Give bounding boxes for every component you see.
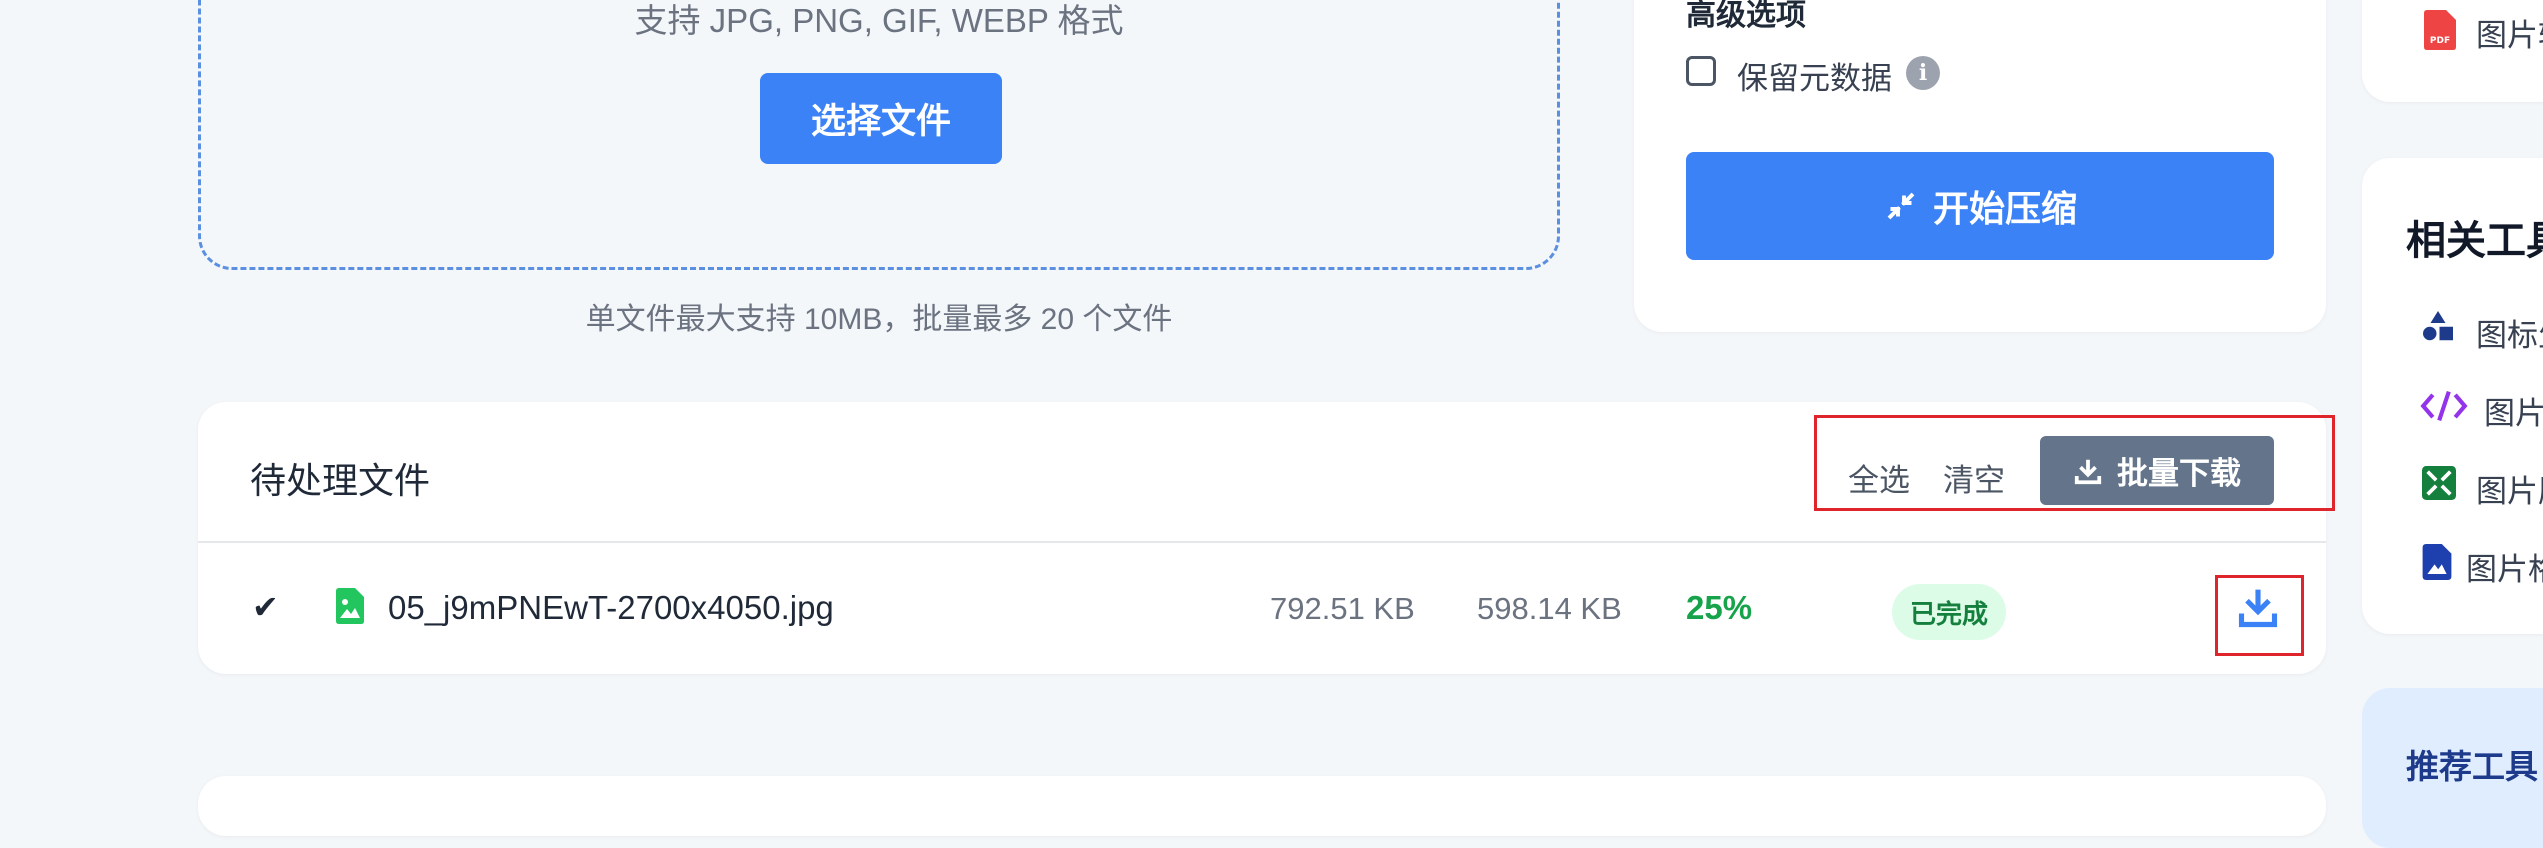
related-tool-4[interactable]: 图片格 [2466,544,2543,589]
compress-arrows-icon [1887,192,1915,220]
related-tool-3[interactable]: 图片压 [2476,466,2543,511]
svg-text:PDF: PDF [2430,36,2450,46]
upload-limit-text: 单文件最大支持 10MB，批量最多 20 个文件 [585,303,1173,336]
keep-metadata-checkbox[interactable] [1686,56,1716,86]
image-file-icon [336,588,364,624]
code-icon [2420,390,2468,422]
related-tool-2[interactable]: 图片 [2484,388,2543,433]
start-compress-label: 开始压缩 [1932,188,2077,229]
choose-file-button[interactable]: 选择文件 [760,73,1002,164]
pdf-file-icon: PDF [2424,10,2456,50]
keep-metadata-label[interactable]: 保留元数据 [1737,53,1892,98]
status-badge: 已完成 [1892,584,2006,640]
compress-arrows-icon [2422,466,2456,500]
info-icon[interactable]: i [1906,56,1940,90]
original-size: 792.51 KB [1270,591,1415,626]
image-file-icon [2422,544,2452,580]
recommended-tools-title: 推荐工具 [2406,748,2538,785]
highlight-box-actions [1814,415,2335,511]
row-check-mark[interactable]: ✔ [252,588,279,626]
advanced-options-title: 高级选项 [1686,0,1806,32]
compression-ratio: 25% [1686,589,1753,626]
list-divider [198,541,2326,543]
related-tools-title: 相关工具 [2406,219,2543,263]
file-list-title: 待处理文件 [250,460,431,501]
supported-formats-text: 支持 JPG, PNG, GIF, WEBP 格式 [634,2,1124,39]
start-compress-button[interactable]: 开始压缩 [1686,152,2274,260]
compressed-size: 598.14 KB [1477,591,1622,626]
shapes-icon [2423,311,2453,341]
related-tool-1[interactable]: 图标生 [2476,310,2543,355]
file-name: 05_j9mPNEwT-2700x4050.jpg [388,589,834,626]
next-section-card [198,776,2326,836]
sidebar-top-item-label[interactable]: 图片转 [2476,10,2543,55]
highlight-box-download [2215,575,2304,656]
